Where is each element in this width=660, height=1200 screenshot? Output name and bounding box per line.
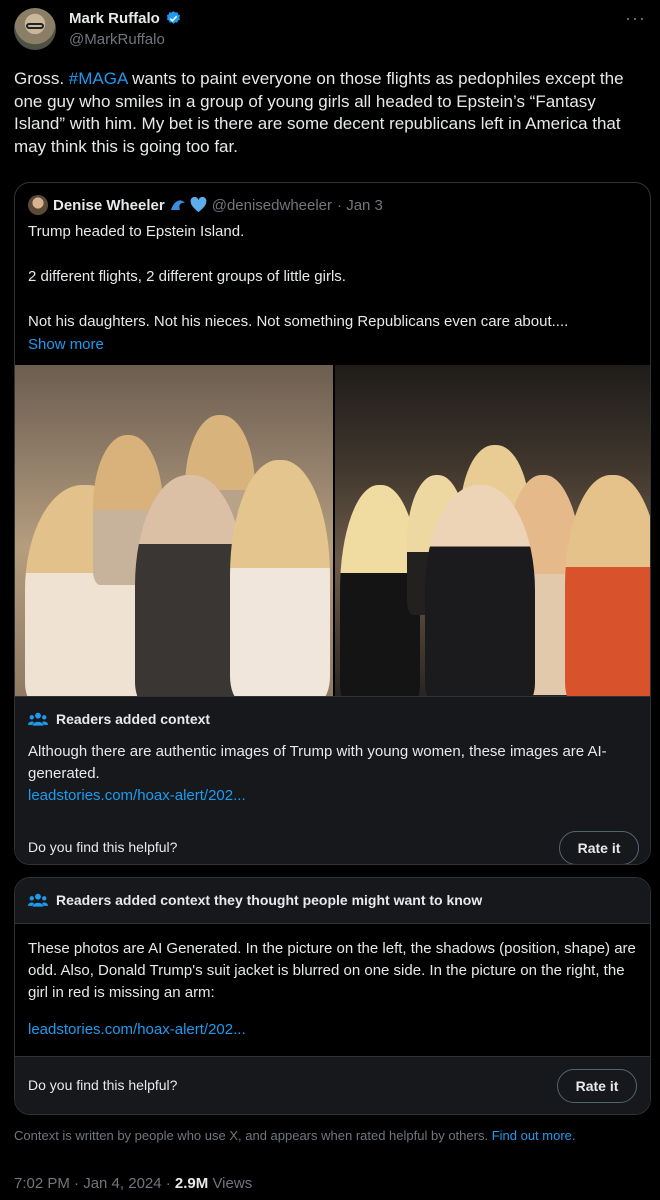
note-body: These photos are AI Generated. In the pi… [28,940,636,1001]
tweet-text: Gross. #MAGA wants to paint everyone on … [14,68,646,158]
tweet-text-start: Gross. [14,69,69,88]
quote-text: Trump headed to Epstein Island. 2 differ… [28,221,638,356]
community-note: Readers added context they thought peopl… [14,877,651,1115]
quote-line: Not his daughters. Not his nieces. Not s… [28,313,569,330]
context-body: Although there are authentic images of T… [28,741,638,807]
verified-badge-icon [166,11,180,24]
quote-header: Denise Wheeler @denisedwheeler · Jan 3 [28,195,383,215]
quote-avatar[interactable] [28,195,48,215]
quote-emoji-badges [170,197,207,213]
author-name[interactable]: Mark Ruffalo [69,10,160,27]
find-out-more-link[interactable]: Find out more. [492,1128,576,1143]
quote-author-handle[interactable]: @denisedwheeler [212,197,332,214]
blue-heart-icon [190,197,207,213]
context-source-link[interactable]: leadstories.com/hoax-alert/202... [28,785,638,807]
quote-date[interactable]: · Jan 3 [337,197,383,214]
people-icon [28,893,48,907]
rate-it-button[interactable]: Rate it [557,1069,637,1103]
note-title: Readers added context they thought peopl… [28,892,482,908]
rate-it-button[interactable]: Rate it [559,831,639,864]
tweet-header: Mark Ruffalo @MarkRuffalo ··· [14,8,646,56]
note-footer: Do you find this helpful? Rate it [15,1056,650,1114]
quote-images [15,365,650,696]
helpful-question: Do you find this helpful? [28,839,178,855]
quote-author-name[interactable]: Denise Wheeler [53,197,165,214]
note-source-link[interactable]: leadstories.com/hoax-alert/202... [28,1021,246,1038]
wave-icon [170,200,185,210]
quoted-tweet[interactable]: Denise Wheeler @denisedwheeler · Jan 3 T… [14,182,651,865]
avatar[interactable] [14,8,56,50]
hashtag-link[interactable]: #MAGA [69,69,128,88]
quote-line: Trump headed to Epstein Island. [28,223,245,240]
author-handle[interactable]: @MarkRuffalo [69,31,165,48]
context-disclaimer: Context is written by people who use X, … [14,1128,576,1143]
readers-context-note: Readers added context Although there are… [15,696,650,864]
context-title-text: Readers added context [56,711,211,727]
people-icon [28,712,48,726]
disclaimer-text: Context is written by people who use X, … [14,1128,489,1143]
timestamp[interactable]: 7:02 PM · Jan 4, 2024 · [14,1175,175,1192]
context-title: Readers added context [28,711,210,727]
quote-line: 2 different flights, 2 different groups … [28,268,346,285]
views-count: 2.9M [174,1175,209,1192]
note-title-text: Readers added context they thought peopl… [56,892,483,908]
views-label: Views [212,1175,253,1192]
tweet-meta: 7:02 PM · Jan 4, 2024 · 2.9M Views [14,1175,252,1192]
photo-right[interactable] [334,365,650,696]
show-more-link[interactable]: Show more [28,334,638,357]
photo-left[interactable] [15,365,333,696]
helpful-question: Do you find this helpful? [28,1077,178,1093]
author-name-row[interactable]: Mark Ruffalo [69,10,182,27]
context-text: Although there are authentic images of T… [28,743,607,782]
ellipsis-icon[interactable]: ··· [625,8,646,29]
community-note-header: Readers added context they thought peopl… [15,878,650,924]
